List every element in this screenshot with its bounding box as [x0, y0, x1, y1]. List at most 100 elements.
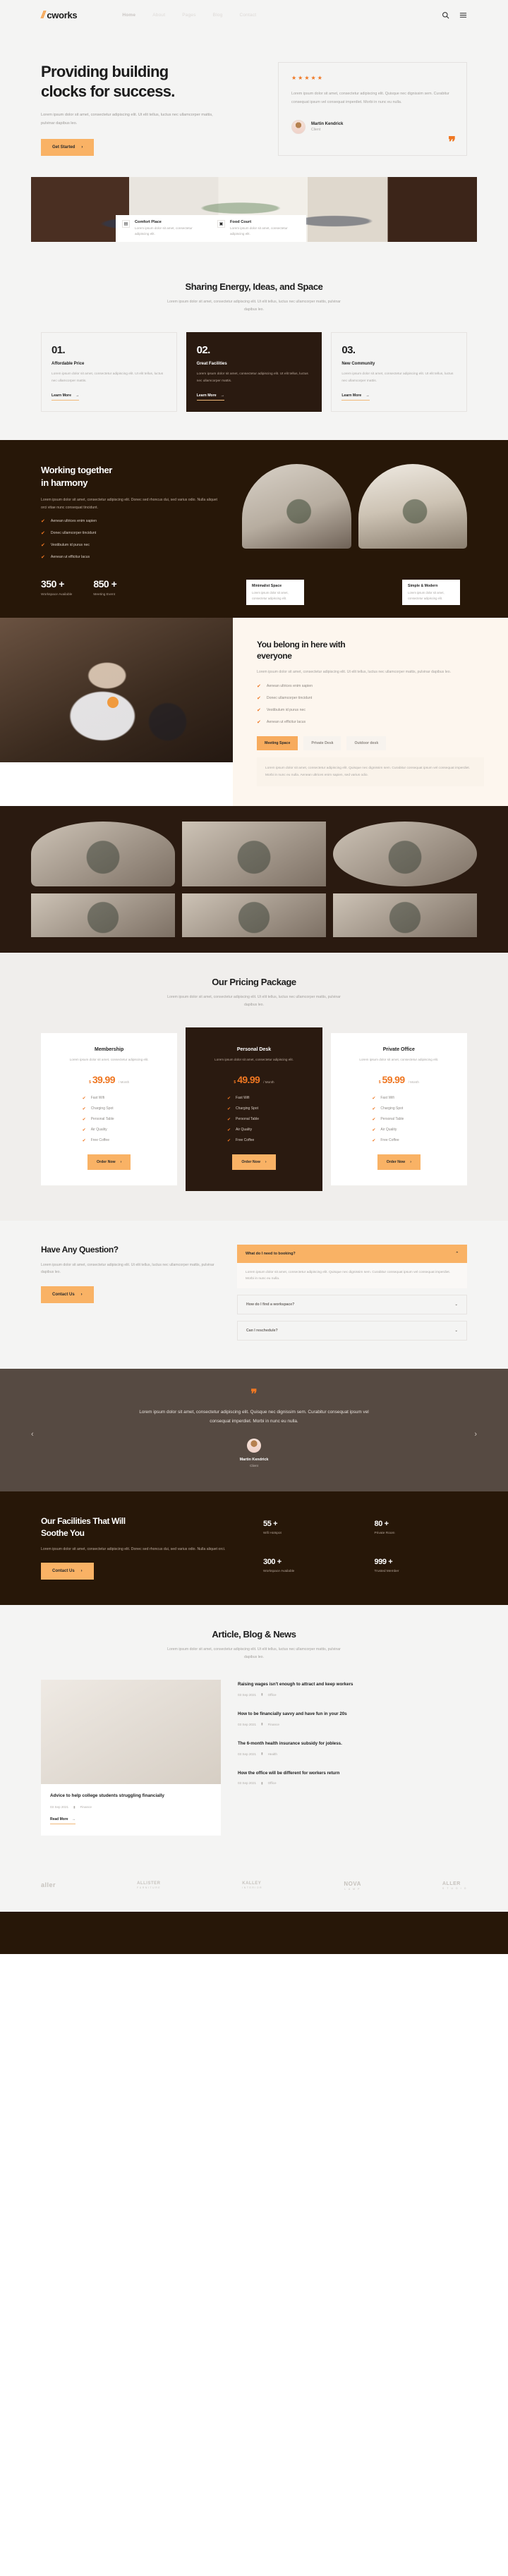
card-title: Affordable Price	[52, 362, 85, 367]
sharing-card-1[interactable]: 01. Affordable Price Lorem ipsum dolor s…	[41, 332, 177, 413]
faq-item-2-header[interactable]: How do I find a workspace? ⌄	[237, 1294, 467, 1314]
read-more-label: Read More	[50, 1817, 68, 1821]
working-check-list: ✔ Aenean ultrices enim sapien ✔ Donec ulla…	[41, 518, 221, 560]
stat-label: Workspace Available	[41, 592, 73, 597]
nav-item-home[interactable]: Home	[122, 13, 135, 18]
card-desc: Lorem ipsum dolor sit amet, consectetur …	[196, 372, 308, 383]
learn-more-link[interactable]: Learn More →	[196, 393, 224, 401]
feature-item: ✔ Fast Wifi	[372, 1096, 425, 1101]
nav-item-blog[interactable]: Blog	[213, 13, 223, 18]
feature-card-title: Comfort Place	[135, 219, 162, 224]
check-icon: ✔	[82, 1128, 86, 1133]
feature-card-food[interactable]: ▣ Food Court Lorem ipsum dolor sit amet,…	[211, 214, 306, 243]
feature-item: ✔ Charging Spot	[83, 1106, 136, 1111]
check-icon: ✔	[41, 554, 45, 560]
folder-icon: ▮	[261, 1692, 263, 1697]
feature-card-comfort[interactable]: ▤ Comfort Place Lorem ipsum dolor sit am…	[116, 214, 211, 243]
featured-article[interactable]: Advice to help college students struggli…	[41, 1680, 221, 1836]
learn-more-link[interactable]: Learn More →	[52, 393, 80, 401]
question-left: Have Any Question? Lorem ipsum dolor sit…	[41, 1245, 217, 1341]
hero-testimonial-card: ★★★★★ Lorem ipsum dolor sit amet, consec…	[278, 62, 467, 157]
contact-us-button[interactable]: Contact Us ›	[41, 1286, 94, 1303]
card-title: New Community	[341, 362, 375, 367]
check-icon: ✔	[257, 683, 261, 689]
folder-icon: ▮	[73, 1805, 75, 1809]
belong-content: You belong in here with everyone Lorem i…	[233, 617, 508, 807]
prev-testimonial-button[interactable]: ‹	[31, 1430, 34, 1439]
stat-label: Meeting Event	[93, 592, 116, 597]
testimonial-section: ‹ › ❞ Lorem ipsum dolor sit amet, consec…	[0, 1368, 508, 1492]
brand-name: KALLEY	[242, 1881, 262, 1886]
brand-logo-1: aller	[41, 1881, 56, 1889]
article-list-item[interactable]: Raising wages isn't enough to attract an…	[238, 1681, 467, 1697]
learn-more-link[interactable]: Learn More →	[341, 393, 370, 401]
check-icon: ✔	[372, 1128, 376, 1133]
feature-label: Personal Table	[380, 1117, 404, 1122]
check-label: Vestibulum id purus nec	[50, 542, 90, 547]
plan-features: ✔ Fast Wifi ✔ Charging Spot ✔ Personal Tabl…	[51, 1096, 167, 1143]
faq-item-3-header[interactable]: Can I reschedule? ⌄	[237, 1320, 467, 1341]
belong-desc: Lorem ipsum dolor sit amet, consectetur …	[257, 670, 452, 675]
article-list-item[interactable]: How to be financially savvy and have fun…	[238, 1711, 467, 1726]
check-label: Donec ullamcorper tincidunt	[266, 695, 313, 700]
article-list-item[interactable]: The 6-month health insurance subsidy for…	[238, 1740, 467, 1756]
plan-name: Personal Desk	[236, 1046, 272, 1052]
brand-logo-2: ALLISTER FURNITURE	[137, 1881, 161, 1889]
faq-item-1-body: Lorem ipsum dolor sit amet, consectetur …	[237, 1262, 467, 1288]
order-now-button[interactable]: Order Now ›	[232, 1154, 276, 1170]
feature-label: Personal Table	[90, 1117, 114, 1122]
brand-logo[interactable]: // cworks	[41, 9, 78, 21]
faq-question: Can I reschedule?	[246, 1328, 278, 1333]
article-meta: 03 Sep 2021 ▮ Finance	[238, 1722, 467, 1726]
order-now-button[interactable]: Order Now ›	[87, 1154, 131, 1170]
article-date: 03 Sep 2021	[238, 1752, 257, 1756]
facilities-section: Our Facilities That Will Soothe You Lore…	[0, 1491, 508, 1606]
sharing-card-2[interactable]: 02. Great Facilities Lorem ipsum dolor s…	[186, 332, 322, 413]
hamburger-menu-icon[interactable]	[459, 11, 467, 19]
sharing-section: Sharing Energy, Ideas, and Space Lorem i…	[0, 266, 508, 441]
rating-stars: ★★★★★	[291, 75, 324, 81]
question-section: Have Any Question? Lorem ipsum dolor sit…	[0, 1220, 508, 1369]
get-started-button[interactable]: Get Started ›	[41, 139, 95, 157]
check-icon: ✔	[82, 1117, 86, 1122]
pricing-title: Our Pricing Package	[212, 977, 296, 988]
article-date: 03 Sep 2021	[238, 1692, 257, 1697]
next-testimonial-button[interactable]: ›	[474, 1430, 477, 1439]
check-icon: ✔	[226, 1128, 231, 1133]
faq-item-1-header[interactable]: What do I need to booking? ⌃	[237, 1244, 467, 1263]
check-icon: ✔	[257, 707, 261, 713]
nav-item-pages[interactable]: Pages	[182, 13, 195, 18]
feature-item: ✔ Air Quality	[227, 1128, 281, 1133]
nav-item-contact[interactable]: Contact	[239, 13, 256, 18]
check-icon: ✔	[372, 1138, 376, 1143]
tab-outdoor-desk[interactable]: Outdoor desk	[346, 735, 387, 750]
brand-name: ALLISTER	[137, 1881, 161, 1886]
tab-private-desk[interactable]: Private Desk	[303, 735, 341, 750]
order-now-button[interactable]: Order Now ›	[377, 1154, 421, 1170]
article-list-item[interactable]: How the office will be different for wor…	[238, 1770, 467, 1786]
card-number: 03.	[341, 344, 356, 357]
facility-stat-3: 300 + Workspace Available	[263, 1558, 356, 1580]
pricing-plans: Membership Lorem ipsum dolor sit amet, c…	[41, 1027, 467, 1191]
check-icon: ✔	[257, 719, 261, 725]
tab-meeting-space[interactable]: Meeting Space	[257, 735, 298, 750]
brand-sub: INTERIOR	[242, 1886, 263, 1890]
page-title: Providing building clocks for success.	[41, 62, 253, 102]
facilities-title-line1: Our Facilities That Will	[41, 1516, 126, 1527]
gallery-image-4	[31, 893, 175, 938]
header-actions	[442, 11, 467, 19]
nav-item-about[interactable]: About	[152, 13, 165, 18]
working-title: Working together in harmony	[41, 464, 221, 489]
facilities-contact-button[interactable]: Contact Us ›	[41, 1563, 94, 1580]
check-item: ✔ Vestibulum id purus nec	[41, 542, 221, 548]
feature-item: ✔ Personal Table	[372, 1117, 425, 1122]
hero-quote-name: Martin Kendrick	[311, 121, 344, 126]
search-icon[interactable]	[442, 11, 449, 19]
chevron-right-icon: ›	[80, 1293, 83, 1297]
mini-desc: Lorem ipsum dolor sit amet, consectetur …	[252, 591, 289, 600]
read-more-link[interactable]: Read More →	[50, 1817, 75, 1824]
articles-row: Advice to help college students struggli…	[41, 1680, 467, 1836]
facility-stat-2: 80 + Private Room	[375, 1520, 468, 1542]
sharing-card-3[interactable]: 03. New Community Lorem ipsum dolor sit …	[331, 332, 468, 413]
learn-more-label: Learn More	[196, 393, 217, 398]
